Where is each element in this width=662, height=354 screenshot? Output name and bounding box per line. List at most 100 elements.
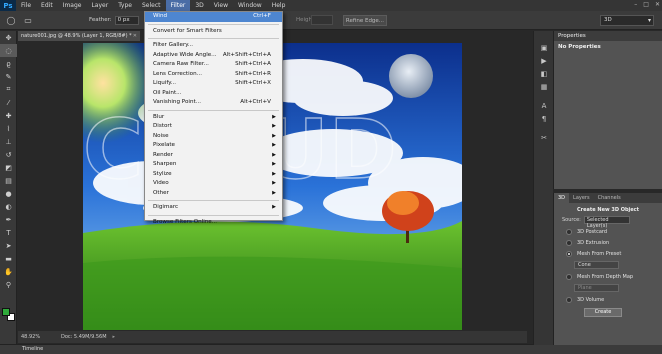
option-mesh-from-depth-map[interactable]: Mesh From Depth Map [566, 274, 662, 280]
pen-tool-icon[interactable]: ✒ [0, 213, 17, 226]
blur-tool-icon[interactable]: ● [0, 187, 17, 200]
gradient-tool-icon[interactable]: ▤ [0, 174, 17, 187]
feather-input[interactable]: 0 px [114, 15, 139, 25]
timeline-tab[interactable]: Timeline [0, 344, 662, 354]
filter-item-render[interactable]: Render ▶ [145, 151, 282, 161]
menu-item-label: Noise [153, 132, 169, 139]
menu-item-label: Adaptive Wide Angle... [153, 51, 217, 58]
properties-tab[interactable]: Properties [554, 31, 662, 41]
foreground-color-swatch[interactable] [2, 308, 10, 316]
depth-map-select[interactable]: Plane [574, 284, 619, 292]
filter-item-browse-online[interactable]: Browse Filters Online... [145, 218, 282, 228]
radio-mesh-from-preset[interactable] [566, 251, 572, 257]
radio-mesh-from-depth-map[interactable] [566, 274, 572, 280]
document-tab[interactable]: nature001.jpg @ 48.9% (Layer 1, RGB/8#) … [18, 31, 140, 41]
option-3d-extrusion[interactable]: 3D Extrusion [566, 240, 662, 246]
filter-item-other[interactable]: Other ▶ [145, 189, 282, 199]
filter-item-pixelate[interactable]: Pixelate ▶ [145, 141, 282, 151]
menu-item-shortcut: Shift+Ctrl+R [235, 70, 271, 77]
menu-select[interactable]: Select [137, 0, 166, 11]
radio-3d-postcard[interactable] [566, 229, 572, 235]
close-button[interactable]: ✕ [655, 1, 660, 8]
styles-icon[interactable]: ▦ [534, 80, 554, 93]
dodge-tool-icon[interactable]: ◐ [0, 200, 17, 213]
adjustments-icon[interactable]: ◧ [534, 67, 554, 80]
tab-3d[interactable]: 3D [554, 193, 570, 203]
filter-item-lens-correction[interactable]: Lens Correction... Shift+Ctrl+R [145, 70, 282, 80]
menu-view[interactable]: View [209, 0, 233, 11]
history-icon[interactable]: ▣ [534, 41, 554, 54]
option-label: Mesh From Preset [577, 251, 622, 257]
menu-3d[interactable]: 3D [190, 0, 208, 11]
crop-tool-icon[interactable]: ⌗ [0, 83, 17, 96]
workspace-select[interactable]: 3D [600, 15, 654, 26]
zoom-tool-icon[interactable]: ⚲ [0, 278, 17, 291]
submenu-arrow-icon: ▶ [272, 123, 276, 129]
history-brush-tool-icon[interactable]: ↺ [0, 148, 17, 161]
radio-3d-volume[interactable] [566, 297, 572, 303]
option-3d-postcard[interactable]: 3D Postcard [566, 229, 662, 235]
preset-select[interactable]: Cone [574, 261, 619, 269]
menu-filter[interactable]: Filter [165, 0, 191, 11]
filter-item-sharpen[interactable]: Sharpen ▶ [145, 160, 282, 170]
actions-icon[interactable]: ▶ [534, 54, 554, 67]
eyedropper-tool-icon[interactable]: ⁄ [0, 96, 17, 109]
quick-select-tool-icon[interactable]: ✎ [0, 70, 17, 83]
tab-layers[interactable]: Layers [569, 193, 594, 203]
new-selection-icon[interactable]: ▭ [22, 14, 34, 26]
filter-item-video[interactable]: Video ▶ [145, 179, 282, 189]
lasso-tool-icon[interactable]: ϱ [0, 57, 17, 70]
refine-edge-button[interactable]: Refine Edge... [343, 15, 387, 26]
menu-item-label: Video [153, 180, 169, 186]
menu-help[interactable]: Help [267, 0, 291, 11]
filter-item-liquify[interactable]: Liquify... Shift+Ctrl+X [145, 79, 282, 89]
filter-item-oil-paint[interactable]: Oil Paint... [145, 89, 282, 99]
filter-item-adaptive-wide-angle[interactable]: Adaptive Wide Angle... Alt+Shift+Ctrl+A [145, 51, 282, 61]
marquee-tool-icon[interactable]: ◌ [0, 44, 17, 57]
height-input[interactable] [311, 15, 333, 25]
filter-item-blur[interactable]: Blur ▶ [145, 113, 282, 123]
tab-channels[interactable]: Channels [594, 193, 625, 203]
minimize-button[interactable]: – [634, 1, 637, 8]
menu-type[interactable]: Type [113, 0, 137, 11]
filter-item-distort[interactable]: Distort ▶ [145, 122, 282, 132]
hand-tool-icon[interactable]: ✋ [0, 265, 17, 278]
clone-stamp-tool-icon[interactable]: ⊥ [0, 135, 17, 148]
source-select[interactable]: Selected Layer(s) [583, 216, 630, 229]
filter-item-stylize[interactable]: Stylize ▶ [145, 170, 282, 180]
tool-presets-icon[interactable]: ✂ [534, 131, 554, 144]
shape-tool-icon[interactable]: ▬ [0, 252, 17, 265]
filter-item-digimarc[interactable]: Digimarc ▶ [145, 203, 282, 213]
create-button[interactable]: Create [584, 308, 622, 317]
healing-brush-tool-icon[interactable]: ✚ [0, 109, 17, 122]
path-select-tool-icon[interactable]: ➤ [0, 239, 17, 252]
maximize-button[interactable]: □ [643, 1, 649, 8]
type-tool-icon[interactable]: T [0, 226, 17, 239]
status-menu-icon[interactable]: ▸ [113, 334, 116, 340]
filter-item-vanishing-point[interactable]: Vanishing Point... Alt+Ctrl+V [145, 98, 282, 108]
ellipse-marquee-icon[interactable]: ◯ [5, 14, 17, 26]
menu-file[interactable]: File [16, 0, 36, 11]
close-tab-icon[interactable]: ✕ [133, 31, 137, 41]
menu-item-label: Sharpen [153, 161, 177, 167]
paragraph-icon[interactable]: ¶ [534, 112, 554, 125]
menu-image[interactable]: Image [58, 0, 87, 11]
filter-item-wind[interactable]: Wind Ctrl+F [145, 12, 282, 22]
menu-window[interactable]: Window [233, 0, 267, 11]
brush-tool-icon[interactable]: ⌇ [0, 122, 17, 135]
eraser-tool-icon[interactable]: ◩ [0, 161, 17, 174]
filter-item-gallery[interactable]: Filter Gallery... [145, 41, 282, 51]
radio-3d-extrusion[interactable] [566, 240, 572, 246]
submenu-arrow-icon: ▶ [272, 170, 276, 177]
filter-item-camera-raw[interactable]: Camera Raw Filter... Shift+Ctrl+A [145, 60, 282, 70]
filter-item-noise[interactable]: Noise ▶ [145, 132, 282, 142]
submenu-arrow-icon: ▶ [272, 204, 276, 210]
option-3d-volume[interactable]: 3D Volume [566, 297, 662, 303]
character-icon[interactable]: A [534, 99, 554, 112]
option-mesh-from-preset[interactable]: Mesh From Preset [566, 251, 662, 257]
filter-item-convert-smart[interactable]: Convert for Smart Filters [145, 27, 282, 37]
zoom-level[interactable]: 48.92% [21, 334, 51, 340]
move-tool-icon[interactable]: ✥ [0, 31, 17, 44]
menu-edit[interactable]: Edit [36, 0, 58, 11]
menu-layer[interactable]: Layer [86, 0, 113, 11]
